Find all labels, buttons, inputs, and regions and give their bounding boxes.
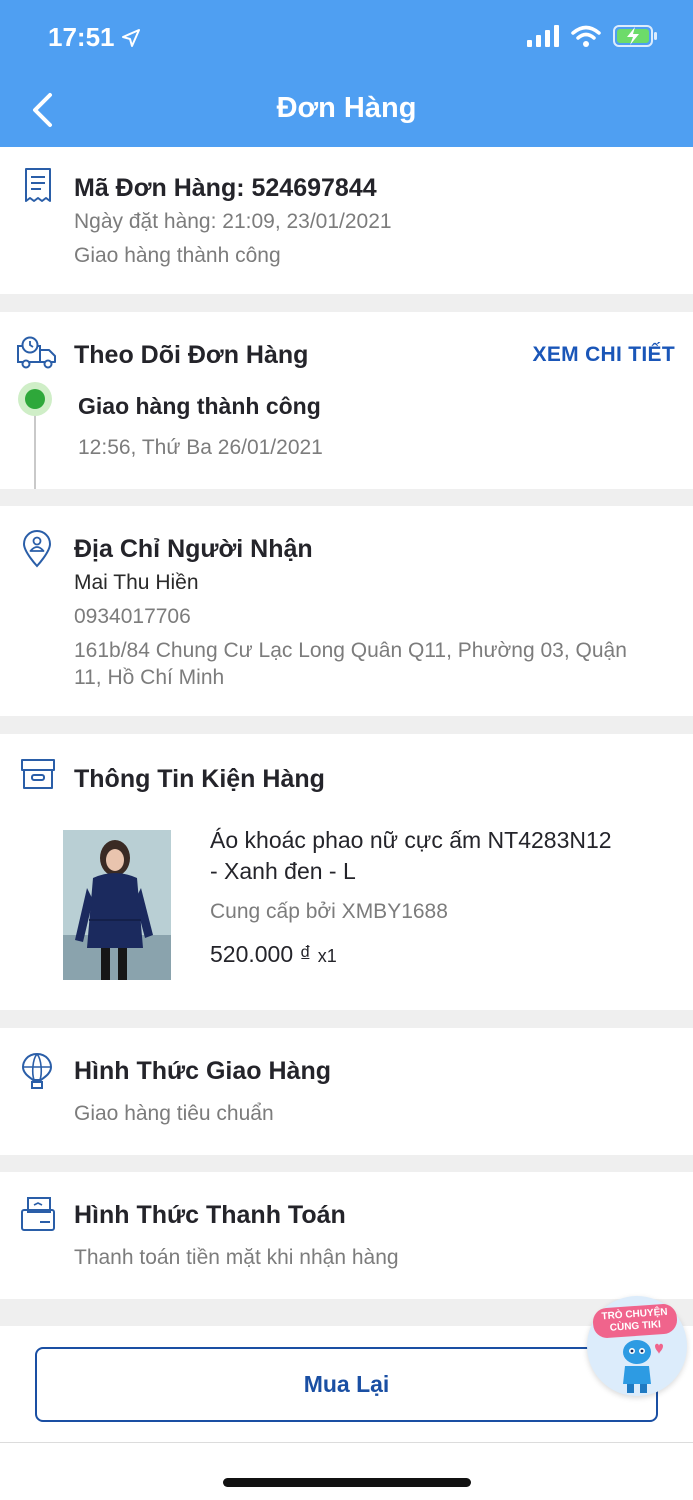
status-bar-icons	[527, 24, 659, 48]
payment-method-card: Hình Thức Thanh Toán Thanh toán tiền mặt…	[0, 1172, 693, 1299]
address-title: Địa Chỉ Người Nhận	[74, 535, 313, 563]
order-tracking-card: Theo Dõi Đơn Hàng XEM CHI TIẾT Giao hàng…	[0, 312, 693, 489]
view-details-link[interactable]: XEM CHI TIẾT	[533, 343, 675, 367]
order-date: Ngày đặt hàng: 21:09, 23/01/2021	[74, 210, 392, 233]
app-header: 17:51 Đơn Hàng	[0, 0, 693, 147]
tiki-mascot-icon	[623, 1340, 663, 1393]
chat-with-tiki-button[interactable]: TRÒ CHUYỆN CÙNG TIKI	[587, 1296, 687, 1396]
recipient-address-line1: 161b/84 Chung Cư Lạc Long Quân Q11, Phườ…	[74, 639, 627, 662]
tracking-title: Theo Dõi Đơn Hàng	[74, 341, 309, 369]
recipient-name: Mai Thu Hiền	[74, 571, 199, 594]
payment-title: Hình Thức Thanh Toán	[74, 1201, 346, 1229]
wifi-icon	[571, 25, 601, 47]
order-code: Mã Đơn Hàng: 524697844	[74, 174, 377, 202]
product-name-line1[interactable]: Áo khoác phao nữ cực ấm NT4283N12	[210, 827, 612, 854]
payment-method: Thanh toán tiền mặt khi nhận hàng	[74, 1246, 399, 1269]
order-status: Giao hàng thành công	[74, 244, 281, 267]
product-seller: Cung cấp bởi XMBY1688	[210, 900, 448, 923]
home-indicator	[223, 1478, 471, 1487]
location-arrow-icon	[121, 28, 140, 47]
package-info-card: Thông Tin Kiện Hàng Áo khoác phao nữ cực…	[0, 734, 693, 1010]
status-time-text: 17:51	[48, 22, 115, 52]
buy-again-button[interactable]: Mua Lại	[35, 1347, 658, 1422]
product-price: 520.000 ₫ x1	[210, 941, 337, 968]
shipping-method: Giao hàng tiêu chuẩn	[74, 1102, 274, 1125]
balloon-icon	[21, 1052, 53, 1089]
delivery-truck-icon	[17, 336, 56, 369]
page-title: Đơn Hàng	[276, 92, 417, 124]
tracking-event-time: 12:56, Thứ Ba 26/01/2021	[78, 436, 323, 459]
product-name-line2[interactable]: - Xanh đen - L	[210, 858, 356, 885]
payment-card-icon	[21, 1197, 55, 1231]
receipt-icon	[25, 168, 51, 202]
location-pin-icon	[22, 530, 52, 568]
order-info-card: Mã Đơn Hàng: 524697844 Ngày đặt hàng: 21…	[0, 147, 693, 294]
recipient-phone: 0934017706	[74, 605, 191, 628]
tracking-event-status: Giao hàng thành công	[78, 393, 321, 419]
status-bar-time: 17:51	[48, 22, 141, 53]
product-price-value: 520.000 ₫	[210, 941, 312, 967]
shipping-title: Hình Thức Giao Hàng	[74, 1057, 331, 1085]
package-title: Thông Tin Kiện Hàng	[74, 765, 325, 793]
product-photo-illustration	[63, 830, 171, 980]
recipient-address-line2: 11, Hồ Chí Minh	[74, 666, 225, 689]
shipping-method-card: Hình Thức Giao Hàng Giao hàng tiêu chuẩn	[0, 1028, 693, 1155]
product-image[interactable]	[63, 830, 171, 980]
timeline-status-dot	[18, 382, 52, 416]
recipient-address-card: Địa Chỉ Người Nhận Mai Thu Hiền 09340177…	[0, 506, 693, 716]
bottom-divider	[0, 1442, 693, 1443]
battery-charging-icon	[613, 25, 657, 47]
package-box-icon	[21, 759, 55, 789]
signal-icon	[527, 25, 559, 47]
product-quantity: x1	[317, 946, 337, 966]
chat-label: TRÒ CHUYỆN CÙNG TIKI	[592, 1303, 678, 1339]
